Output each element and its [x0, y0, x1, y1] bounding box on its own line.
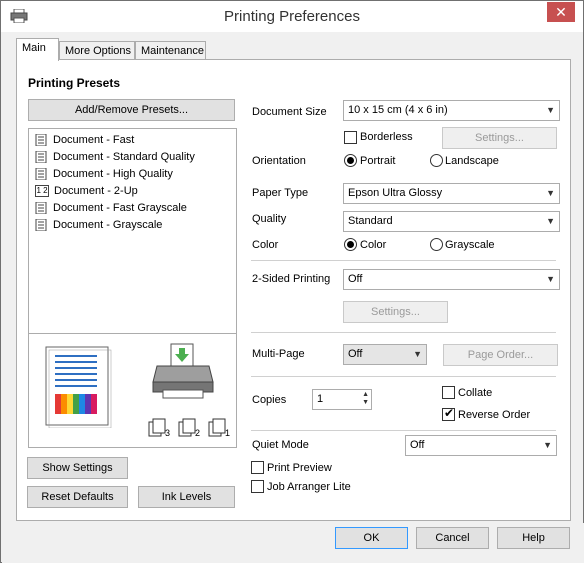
print-preview-checkbox[interactable]	[251, 461, 264, 474]
document-size-select[interactable]: 10 x 15 cm (4 x 6 in) ▼	[343, 100, 560, 121]
paper-type-select[interactable]: Epson Ultra Glossy ▼	[343, 183, 560, 204]
preset-label: Document - Fast Grayscale	[53, 202, 187, 214]
list-item[interactable]: Document - Grayscale	[35, 217, 162, 233]
two-sided-printing-select[interactable]: Off ▼	[343, 269, 560, 290]
paper-type-value: Epson Ultra Glossy	[348, 187, 443, 199]
divider	[251, 430, 556, 431]
printing-presets-heading: Printing Presets	[28, 76, 121, 90]
paper-type-label: Paper Type	[252, 187, 309, 199]
document-icon	[35, 219, 47, 232]
quiet-mode-value: Off	[410, 439, 425, 451]
reverse-order-checkbox[interactable]: ✔	[442, 406, 455, 421]
printing-preferences-window: Printing Preferences ✕ Main More Options…	[0, 0, 584, 563]
document-size-label: Document Size	[252, 106, 327, 118]
reset-defaults-button[interactable]: Reset Defaults	[27, 486, 128, 508]
show-settings-button[interactable]: Show Settings	[27, 457, 128, 479]
presets-list[interactable]: Document - Fast Document - Standard Qual…	[28, 128, 237, 334]
main-tab-panel: Printing Presets Add/Remove Presets... D…	[16, 59, 571, 521]
checkmark-icon: ✔	[444, 406, 455, 420]
close-button[interactable]: ✕	[547, 2, 575, 22]
page-count-2: 2	[195, 428, 200, 438]
copies-value: 1	[317, 393, 324, 405]
document-icon	[35, 202, 47, 215]
collate-label: Collate	[458, 387, 493, 399]
quality-value: Standard	[348, 215, 393, 227]
title-bar: Printing Preferences ✕	[1, 1, 583, 32]
job-arranger-lite-label: Job Arranger Lite	[267, 481, 351, 493]
printer-icon	[152, 343, 214, 399]
chevron-down-icon: ▼	[546, 188, 555, 198]
color-option-label: Color	[360, 239, 387, 251]
grayscale-radio[interactable]	[430, 238, 443, 251]
multi-page-label: Multi-Page	[252, 348, 305, 360]
list-item[interactable]: Document - Fast Grayscale	[35, 200, 187, 216]
multi-page-select[interactable]: Off ▼	[343, 344, 427, 365]
collate-checkbox[interactable]	[442, 386, 455, 399]
list-item[interactable]: Document - Fast	[35, 132, 134, 148]
preset-label: Document - High Quality	[53, 168, 173, 180]
landscape-radio[interactable]	[430, 154, 443, 167]
list-item[interactable]: 1 2 Document - 2-Up	[35, 183, 138, 199]
window-title: Printing Preferences	[224, 8, 360, 25]
preset-label: Document - Standard Quality	[53, 151, 195, 163]
chevron-down-icon: ▼	[413, 349, 422, 359]
chevron-down-icon: ▼	[546, 274, 555, 284]
two-up-icon: 1 2	[35, 185, 49, 198]
quiet-mode-label: Quiet Mode	[252, 439, 309, 451]
document-icon	[35, 168, 47, 181]
page-order-button[interactable]: Page Order...	[443, 344, 558, 366]
ok-button[interactable]: OK	[335, 527, 408, 549]
ink-levels-button[interactable]: Ink Levels	[138, 486, 235, 508]
document-icon	[35, 134, 47, 147]
grayscale-option-label: Grayscale	[445, 239, 495, 251]
list-item[interactable]: Document - High Quality	[35, 166, 173, 182]
page-count-1: 1	[225, 428, 230, 438]
divider	[251, 260, 556, 261]
page-preview-icon	[45, 346, 112, 428]
quiet-mode-select[interactable]: Off ▼	[405, 435, 557, 456]
page-count-3: 3	[165, 428, 170, 438]
cancel-button[interactable]: Cancel	[416, 527, 489, 549]
list-item[interactable]: Document - Standard Quality	[35, 149, 195, 165]
document-icon	[35, 151, 47, 164]
color-radio[interactable]	[344, 238, 357, 251]
preset-label: Document - Fast	[53, 134, 135, 146]
preset-label: Document - 2-Up	[54, 185, 138, 197]
add-remove-presets-button[interactable]: Add/Remove Presets...	[28, 99, 235, 121]
tab-more-options[interactable]: More Options	[59, 41, 135, 60]
quality-select[interactable]: Standard ▼	[343, 211, 560, 232]
orientation-label: Orientation	[252, 155, 306, 167]
dialog-button-bar: OK Cancel Help	[2, 523, 584, 563]
tab-main[interactable]: Main	[16, 38, 59, 61]
print-preview-area: 3 2 1	[28, 334, 237, 448]
copies-stepper[interactable]: 1 ▲ ▼	[312, 389, 372, 410]
color-label: Color	[252, 239, 279, 251]
copies-label: Copies	[252, 394, 287, 406]
portrait-radio[interactable]	[344, 154, 357, 167]
portrait-label: Portrait	[360, 155, 396, 167]
help-button[interactable]: Help	[497, 527, 570, 549]
preset-label: Document - Grayscale	[53, 219, 163, 231]
tab-maintenance[interactable]: Maintenance	[135, 41, 206, 60]
divider	[251, 332, 556, 333]
multi-page-value: Off	[348, 348, 363, 360]
landscape-label: Landscape	[445, 155, 499, 167]
two-sided-printing-value: Off	[348, 273, 363, 285]
two-sided-printing-label: 2-Sided Printing	[252, 273, 331, 285]
chevron-down-icon: ▼	[546, 105, 555, 115]
spinner-arrows-icon[interactable]: ▲ ▼	[362, 391, 369, 407]
divider	[251, 376, 556, 377]
borderless-checkbox[interactable]	[344, 131, 357, 144]
page-count-icons: 3 2 1	[148, 418, 230, 438]
print-preview-label: Print Preview	[267, 462, 332, 474]
job-arranger-lite-checkbox[interactable]	[251, 480, 264, 493]
chevron-down-icon: ▼	[543, 440, 552, 450]
chevron-down-icon: ▼	[546, 216, 555, 226]
document-size-value: 10 x 15 cm (4 x 6 in)	[348, 104, 448, 116]
borderless-label: Borderless	[360, 131, 413, 143]
borderless-settings-button[interactable]: Settings...	[442, 127, 557, 149]
reverse-order-label: Reverse Order	[458, 409, 531, 421]
two-sided-settings-button[interactable]: Settings...	[343, 301, 448, 323]
quality-label: Quality	[252, 213, 287, 225]
